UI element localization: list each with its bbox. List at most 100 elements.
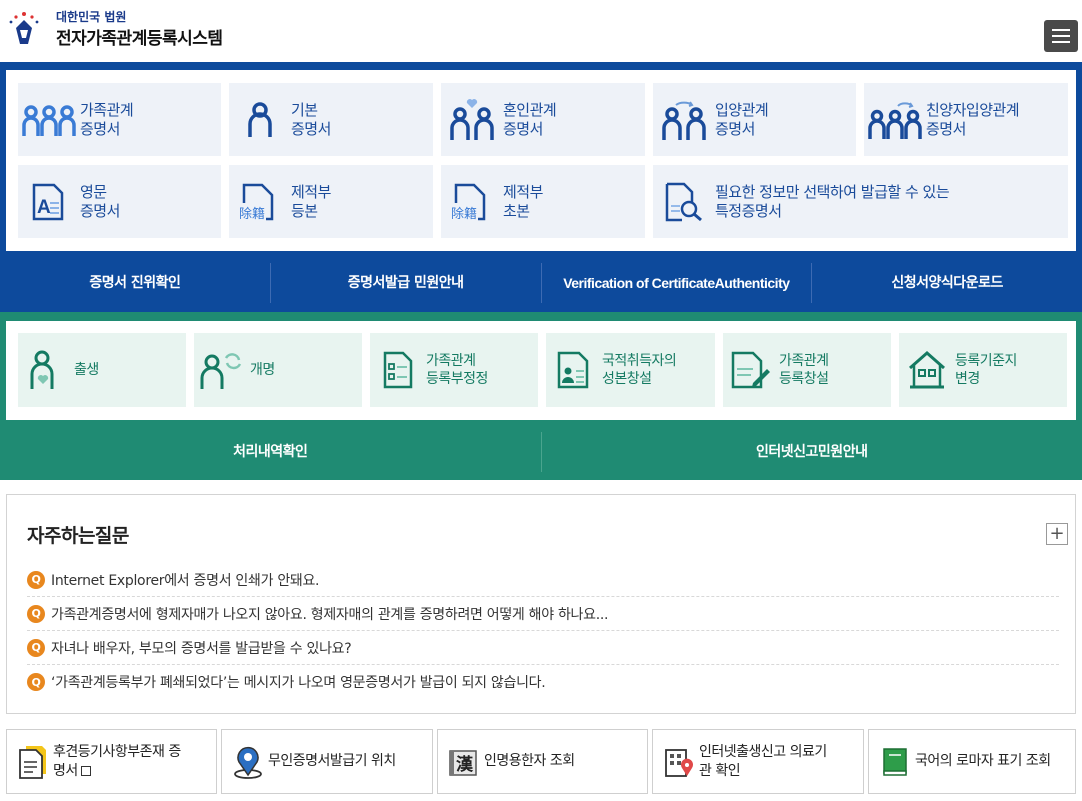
faq-panel: 자주하는질문 + Q Internet Explorer에서 증명서 인쇄가 안돼… <box>6 494 1076 714</box>
quick-hospital-check[interactable]: 인터넷출생신고 의료기관 확인 <box>652 729 864 794</box>
cert-basic[interactable]: 기본 증명서 <box>229 83 433 156</box>
removed-register-icon: 除籍 <box>441 183 503 222</box>
faq-question[interactable]: ‘가족관계등록부가 폐쇄되었다’는 메시지가 나오며 영문증명서가 발급이 되지… <box>51 672 546 692</box>
document-icon <box>7 744 53 780</box>
report-register-creation[interactable]: 가족관계등록창설 <box>723 333 891 407</box>
faq-item[interactable]: Q ‘가족관계등록부가 폐쇄되었다’는 메시지가 나오며 영문증명서가 발급이 되… <box>27 665 1059 699</box>
cert-removed-register-abstract[interactable]: 除籍 제적부 초본 <box>441 165 645 238</box>
q-badge-icon: Q <box>27 604 45 623</box>
external-link-icon <box>80 765 91 776</box>
certificate-links-bar: 증명서 진위확인 증명서발급 민원안내 Verification of Cert… <box>0 254 1082 312</box>
cert-family-relation[interactable]: 가족관계 증명서 <box>18 83 221 156</box>
tile-label-2: 증명서 <box>80 201 120 220</box>
report-grid: 출생 개명 가족관계 등록부정정 국적취득자의 성본창설 가족관계 등록창설 등… <box>6 321 1076 420</box>
tile-label-2: 특정증명서 <box>715 201 782 220</box>
faq-title: 자주하는질문 <box>27 525 129 547</box>
birth-icon <box>18 350 74 390</box>
quick-label-1: 후견등기사항부존재 증 <box>53 743 181 760</box>
tile-label-1: 필요한 정보만 선택하여 발급할 수 있는 <box>715 182 950 201</box>
hanja-icon-text: 漢 <box>456 754 473 775</box>
internet-report-guide-link[interactable]: 인터넷신고민원안내 <box>540 432 1082 472</box>
removed-register-icon: 除籍 <box>229 183 291 222</box>
hamburger-menu-button[interactable] <box>1044 20 1078 52</box>
faq-question[interactable]: Internet Explorer에서 증명서 인쇄가 안돼요. <box>51 570 320 590</box>
tile-label-1: 혼인관계 <box>503 100 557 119</box>
quick-guardianship-cert[interactable]: 후견등기사항부존재 증 명서 <box>6 729 217 794</box>
tile-label-2: 등본 <box>291 201 318 220</box>
quick-label-2: 관 확인 <box>699 762 741 779</box>
cert-removed-register-copy[interactable]: 除籍 제적부 등본 <box>229 165 433 238</box>
tile-label-1: 개명 <box>250 362 275 378</box>
register-icon-text: 除籍 <box>238 202 267 222</box>
checklist-icon <box>370 351 426 389</box>
tile-label-1: 친양자입양관계 <box>926 100 1020 119</box>
quick-label-1: 인터넷출생신고 의료기 <box>699 743 827 760</box>
tile-label-1: 가족관계 <box>80 100 134 119</box>
q-badge-icon: Q <box>27 638 45 657</box>
q-badge-icon: Q <box>27 570 45 589</box>
faq-more-button[interactable]: + <box>1046 523 1068 545</box>
adoption-icon <box>653 99 715 141</box>
tile-label-2: 등록부정정 <box>426 371 488 387</box>
faq-item[interactable]: Q Internet Explorer에서 증명서 인쇄가 안돼요. <box>27 563 1059 597</box>
tile-label-2: 증명서 <box>80 119 120 138</box>
green-book-icon <box>869 747 915 777</box>
faq-list: Q Internet Explorer에서 증명서 인쇄가 안돼요. Q 가족관계증… <box>27 563 1059 699</box>
tile-label-2: 증명서 <box>291 119 331 138</box>
tile-label-1: 등록기준지 <box>955 353 1017 369</box>
create-register-icon <box>723 351 779 389</box>
faq-question[interactable]: 가족관계증명서에 형제자매가 나오지 않아요. 형제자매의 관계를 증명하려면 … <box>51 604 608 624</box>
cert-adoption[interactable]: 입양관계 증명서 <box>653 83 856 156</box>
tile-label-2: 등록창설 <box>779 371 829 387</box>
quick-label-1: 인명용한자 조회 <box>484 753 575 769</box>
tile-label-1: 가족관계 <box>426 353 476 369</box>
quick-kiosk-location[interactable]: 무인증명서발급기 위치 <box>221 729 433 794</box>
report-nationality-surname[interactable]: 국적취득자의성본창설 <box>546 333 715 407</box>
faq-question[interactable]: 자녀나 배우자, 부모의 증명서를 발급받을 수 있나요? <box>51 638 352 658</box>
person-icon <box>229 101 291 138</box>
tile-label-2: 변경 <box>955 371 980 387</box>
process-history-link[interactable]: 처리내역확인 <box>0 432 541 472</box>
certificate-section: 가족관계 증명서 기본 증명서 혼인관계 증명서 입양관계 증명서 친양자입양관… <box>0 62 1082 312</box>
nationality-icon <box>546 351 602 389</box>
cert-marriage[interactable]: 혼인관계 증명서 <box>441 83 645 156</box>
report-birth[interactable]: 출생 <box>18 333 186 407</box>
report-rename[interactable]: 개명 <box>194 333 362 407</box>
marriage-icon <box>441 98 503 141</box>
tile-label-1: 가족관계 <box>779 353 829 369</box>
form-download-link[interactable]: 신청서양식다운로드 <box>811 263 1082 303</box>
tile-label-2: 성본창설 <box>602 371 652 387</box>
report-registration-base-change[interactable]: 등록기준지변경 <box>899 333 1067 407</box>
cert-english[interactable]: A 영문 증명서 <box>18 165 221 238</box>
system-name[interactable]: 전자가족관계등록시스템 <box>56 24 223 49</box>
full-adoption-icon <box>864 100 926 140</box>
hanja-book-icon: 漢 <box>438 747 484 777</box>
report-register-correction[interactable]: 가족관계등록부정정 <box>370 333 538 407</box>
cert-specific[interactable]: 필요한 정보만 선택하여 발급할 수 있는 특정증명서 <box>653 165 1068 238</box>
family-icon <box>18 103 80 137</box>
report-section: 출생 개명 가족관계 등록부정정 국적취득자의 성본창설 가족관계 등록창설 등… <box>0 312 1082 480</box>
verify-certificate-link[interactable]: 증명서 진위확인 <box>0 263 270 303</box>
issuance-guide-link[interactable]: 증명서발급 민원안내 <box>269 263 541 303</box>
quick-hanja-lookup[interactable]: 漢 인명용한자 조회 <box>437 729 648 794</box>
tile-label-1: 제적부 <box>503 182 543 201</box>
hospital-icon <box>653 746 699 778</box>
register-icon-text: 除籍 <box>450 202 479 222</box>
header: 대한민국 법원 전자가족관계등록시스템 <box>0 0 1082 62</box>
rename-icon <box>194 350 250 390</box>
english-doc-icon: A <box>18 183 80 221</box>
cert-full-adoption[interactable]: 친양자입양관계 증명서 <box>864 83 1068 156</box>
faq-item[interactable]: Q 자녀나 배우자, 부모의 증명서를 발급받을 수 있나요? <box>27 631 1059 665</box>
certificate-grid: 가족관계 증명서 기본 증명서 혼인관계 증명서 입양관계 증명서 친양자입양관… <box>6 70 1076 251</box>
faq-item[interactable]: Q 가족관계증명서에 형제자매가 나오지 않아요. 형제자매의 관계를 증명하려면… <box>27 597 1059 631</box>
report-links-bar: 처리내역확인 인터넷신고민원안내 <box>0 424 1082 480</box>
tile-label-1: 입양관계 <box>715 100 769 119</box>
tile-label-2: 증명서 <box>926 119 966 138</box>
doc-search-icon <box>653 182 715 222</box>
english-icon-letter: A <box>37 196 51 218</box>
location-pin-icon <box>222 745 268 779</box>
tile-label-1: 국적취득자의 <box>602 353 677 369</box>
quick-romanization-lookup[interactable]: 국어의 로마자 표기 조회 <box>868 729 1076 794</box>
court-logo-icon[interactable] <box>6 8 42 48</box>
verification-english-link[interactable]: Verification of CertificateAuthenticity <box>540 263 812 303</box>
